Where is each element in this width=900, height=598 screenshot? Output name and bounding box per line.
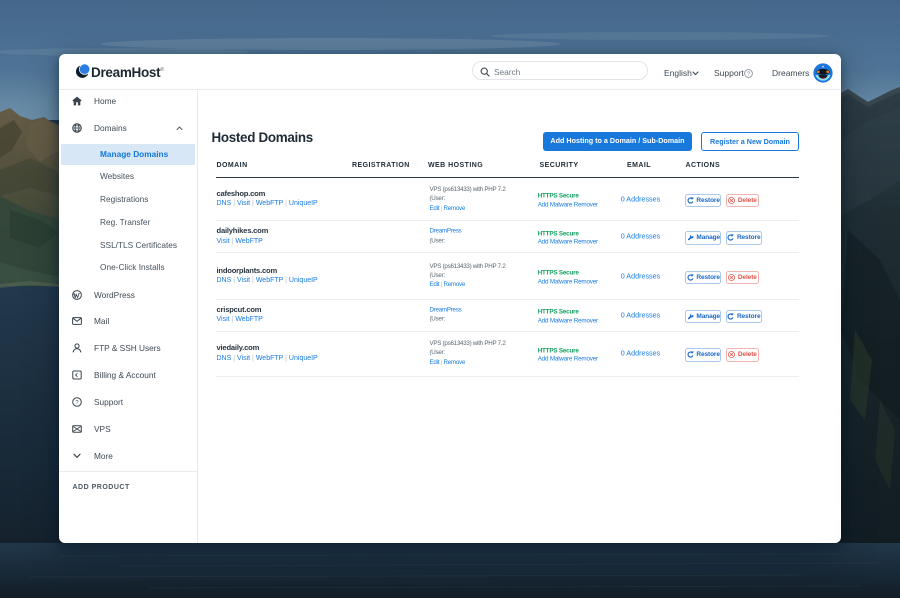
svg-text:?: ? [75, 400, 79, 406]
svg-text:?: ? [747, 72, 750, 78]
